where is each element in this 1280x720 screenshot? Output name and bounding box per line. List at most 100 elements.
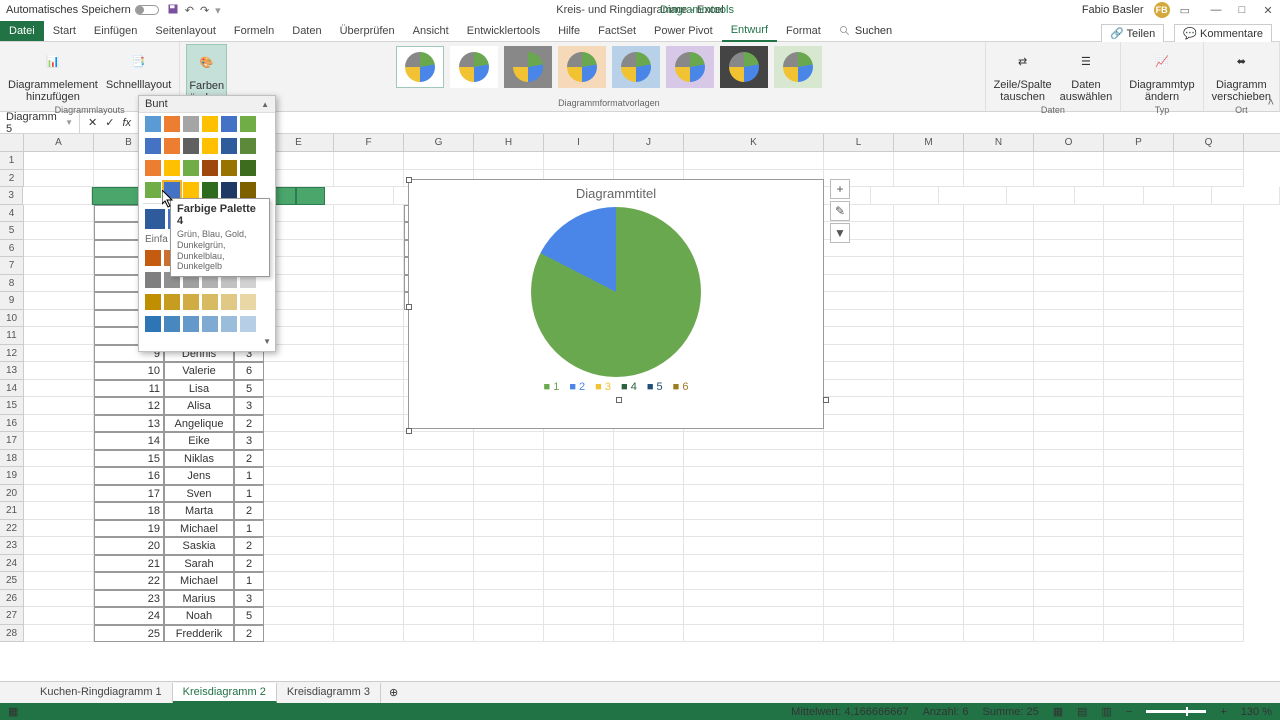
col-header-Q[interactable]: Q <box>1174 134 1244 151</box>
cell[interactable] <box>964 292 1034 310</box>
cell[interactable] <box>334 537 404 555</box>
cell[interactable] <box>684 520 824 538</box>
cell[interactable] <box>24 222 94 240</box>
cell[interactable] <box>964 257 1034 275</box>
row-header-2[interactable]: 2 <box>0 170 24 188</box>
chart-style-6[interactable] <box>666 46 714 88</box>
cell[interactable] <box>334 572 404 590</box>
cell[interactable] <box>964 467 1034 485</box>
view-pagebreak-icon[interactable]: ▥ <box>1102 705 1112 718</box>
cell[interactable] <box>894 450 964 468</box>
cell[interactable]: 22 <box>94 572 164 590</box>
cell[interactable] <box>264 607 334 625</box>
cell[interactable]: Fredderik <box>164 625 234 643</box>
cell[interactable] <box>474 467 544 485</box>
cell[interactable] <box>1034 415 1104 433</box>
cell[interactable] <box>404 502 474 520</box>
cell[interactable] <box>296 187 325 205</box>
cell[interactable] <box>1174 362 1244 380</box>
row-header-8[interactable]: 8 <box>0 275 24 293</box>
cell[interactable] <box>824 275 894 293</box>
cell[interactable] <box>24 520 94 538</box>
cell[interactable] <box>1034 520 1104 538</box>
switch-row-col-button[interactable]: ⇄Zeile/Spalte tauschen <box>992 44 1054 105</box>
row-header-18[interactable]: 18 <box>0 450 24 468</box>
cell[interactable] <box>544 450 614 468</box>
cell[interactable] <box>894 607 964 625</box>
cell[interactable] <box>404 607 474 625</box>
tab-start[interactable]: Start <box>44 21 85 41</box>
cell[interactable] <box>1174 380 1244 398</box>
cell[interactable] <box>544 520 614 538</box>
cell[interactable] <box>1034 310 1104 328</box>
cell[interactable] <box>474 555 544 573</box>
color-swatch[interactable] <box>221 182 237 198</box>
cell[interactable]: 5 <box>234 380 264 398</box>
col-header-H[interactable]: H <box>474 134 544 151</box>
cell[interactable]: Eike <box>164 432 234 450</box>
chart-style-3[interactable] <box>504 46 552 88</box>
cell[interactable] <box>894 485 964 503</box>
cell[interactable] <box>1034 432 1104 450</box>
fx-icon[interactable]: fx <box>122 117 131 129</box>
cell[interactable] <box>404 572 474 590</box>
row-header-19[interactable]: 19 <box>0 467 24 485</box>
cell[interactable]: 24 <box>94 607 164 625</box>
cell[interactable] <box>544 432 614 450</box>
redo-icon[interactable]: ↷ <box>200 4 209 17</box>
cell[interactable] <box>824 292 894 310</box>
cell[interactable] <box>544 555 614 573</box>
cell[interactable] <box>334 450 404 468</box>
row-header-14[interactable]: 14 <box>0 380 24 398</box>
minimize-button[interactable]: — <box>1210 4 1222 16</box>
cell[interactable]: 6 <box>234 362 264 380</box>
cell[interactable] <box>964 310 1034 328</box>
row-header-28[interactable]: 28 <box>0 625 24 643</box>
cell[interactable] <box>1104 152 1174 170</box>
color-swatch[interactable] <box>221 160 237 176</box>
cell[interactable] <box>894 275 964 293</box>
filter-icon[interactable]: ▼ <box>830 223 850 243</box>
tab-file[interactable]: Datei <box>0 21 44 41</box>
cell[interactable] <box>1104 502 1174 520</box>
cell[interactable] <box>1034 537 1104 555</box>
color-swatch[interactable] <box>221 294 237 310</box>
cell[interactable] <box>894 625 964 643</box>
cell[interactable] <box>824 257 894 275</box>
cell[interactable] <box>964 222 1034 240</box>
color-swatch[interactable] <box>240 182 256 198</box>
add-chart-element-button[interactable]: 📊Diagrammelement hinzufügen <box>6 44 100 105</box>
cell[interactable] <box>1034 240 1104 258</box>
cell[interactable] <box>964 152 1034 170</box>
cell[interactable] <box>1034 607 1104 625</box>
zoom-out-button[interactable]: − <box>1126 706 1132 718</box>
cell[interactable] <box>1174 572 1244 590</box>
cell[interactable] <box>544 607 614 625</box>
cell[interactable] <box>24 240 94 258</box>
row-header-20[interactable]: 20 <box>0 485 24 503</box>
row-header-13[interactable]: 13 <box>0 362 24 380</box>
cell[interactable] <box>964 362 1034 380</box>
cell[interactable] <box>334 432 404 450</box>
color-swatch[interactable] <box>183 138 199 154</box>
cell[interactable] <box>1034 152 1104 170</box>
cell[interactable] <box>894 397 964 415</box>
cell[interactable] <box>1034 257 1104 275</box>
cell[interactable] <box>964 380 1034 398</box>
cell[interactable] <box>871 187 939 205</box>
tab-seitenlayout[interactable]: Seitenlayout <box>146 21 225 41</box>
row-header-15[interactable]: 15 <box>0 397 24 415</box>
cell[interactable] <box>474 520 544 538</box>
cell[interactable] <box>894 590 964 608</box>
collapse-ribbon-icon[interactable]: ˄ <box>1268 97 1274 109</box>
cell[interactable] <box>1174 502 1244 520</box>
zoom-level[interactable]: 130 % <box>1241 706 1272 718</box>
cell[interactable] <box>334 415 404 433</box>
chart-style-5[interactable] <box>612 46 660 88</box>
cell[interactable] <box>824 362 894 380</box>
cell[interactable]: Marta <box>164 502 234 520</box>
cell[interactable]: 13 <box>94 415 164 433</box>
palette-row-0[interactable] <box>139 113 275 135</box>
color-swatch[interactable] <box>164 138 180 154</box>
cell[interactable] <box>1034 485 1104 503</box>
